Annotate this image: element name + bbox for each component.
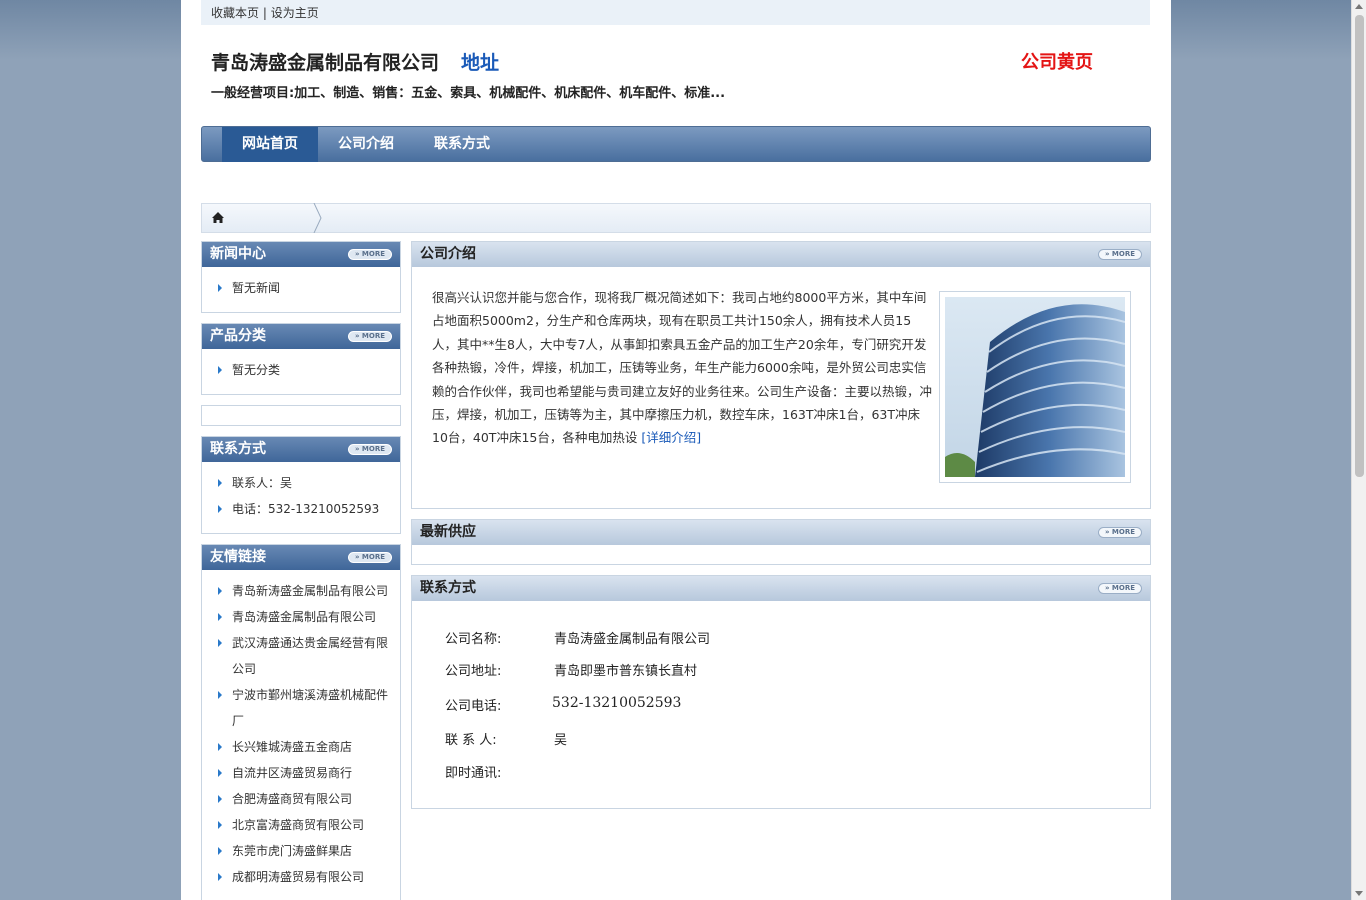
company-photo <box>939 291 1131 483</box>
intro-box-header: 公司介绍 » MORE <box>412 242 1150 267</box>
news-list: 暂无新闻 <box>202 267 400 301</box>
list-item[interactable]: 武汉涛盛通达贵金属经营有限公司 <box>216 630 390 682</box>
scroll-up-icon[interactable] <box>1355 4 1363 9</box>
products-box: 产品分类 » MORE 暂无分类 <box>201 323 401 395</box>
list-item[interactable]: 长兴雉城涛盛五金商店 <box>216 734 390 760</box>
intro-box: 公司介绍 » MORE 很高兴认识您并能与您合作，现将我厂概况简述如下：我司占地… <box>411 241 1151 509</box>
list-item[interactable]: 暂无新闻 <box>216 275 400 301</box>
scrollbar-thumb[interactable] <box>1355 15 1364 477</box>
business-scope: 一般经营项目:加工、制造、销售：五金、索具、机械配件、机床配件、机车配件、标准.… <box>211 86 726 101</box>
links-box: 友情链接 » MORE 青岛新涛盛金属制品有限公司 青岛涛盛金属制品有限公司 武… <box>201 544 401 900</box>
tab-contact[interactable]: 联系方式 <box>414 127 510 162</box>
supply-box-title: 最新供应 <box>420 524 476 540</box>
list-item[interactable]: 青岛新涛盛金属制品有限公司 <box>216 578 390 604</box>
contact-value: 吴 <box>554 733 568 748</box>
intro-text: 很高兴认识您并能与您合作，现将我厂概况简述如下：我司占地约8000平方米，其中车… <box>432 286 932 450</box>
list-item: 联系人：吴 <box>216 470 400 496</box>
sidebar-contact-more-button[interactable]: » MORE <box>348 444 392 455</box>
links-list: 青岛新涛盛金属制品有限公司 青岛涛盛金属制品有限公司 武汉涛盛通达贵金属经营有限… <box>202 570 400 890</box>
sidebar-contact-header: 联系方式 » MORE <box>202 437 400 462</box>
top-bar: 收藏本页 | 设为主页 <box>201 0 1150 25</box>
contact-value: 青岛即墨市普东镇长直村 <box>554 664 698 679</box>
products-list: 暂无分类 <box>202 349 400 383</box>
links-box-title: 友情链接 <box>210 549 266 565</box>
page-container: 收藏本页 | 设为主页 青岛涛盛金属制品有限公司 地址 公司黄页 一般经营项目:… <box>181 0 1171 900</box>
detail-link[interactable]: [详细介绍] <box>641 430 701 445</box>
building-image <box>945 297 1126 477</box>
list-item[interactable]: 宁波市鄞州塘溪涛盛机械配件厂 <box>216 682 390 734</box>
address-link[interactable]: 地址 <box>461 48 499 75</box>
intro-more-button[interactable]: » MORE <box>1098 249 1142 260</box>
main-nav: 网站首页 公司介绍 联系方式 <box>201 126 1151 162</box>
yellow-pages-link[interactable]: 公司黄页 <box>1021 48 1093 74</box>
list-item[interactable]: 青岛涛盛金属制品有限公司 <box>216 604 390 630</box>
chevron-right-icon <box>313 203 322 233</box>
list-item[interactable]: 自流井区涛盛贸易商行 <box>216 760 390 786</box>
contact-label: 联 系 人: <box>445 733 497 748</box>
contact-label: 即时通讯: <box>445 766 502 781</box>
main-contact-header: 联系方式 » MORE <box>412 576 1150 601</box>
contact-label: 公司地址: <box>445 664 502 679</box>
list-item: 电话：532-13210052593 <box>216 496 400 522</box>
news-box-header: 新闻中心 » MORE <box>202 242 400 267</box>
sidebar-contact-box: 联系方式 » MORE 联系人：吴 电话：532-13210052593 <box>201 436 401 534</box>
tab-home[interactable]: 网站首页 <box>222 127 318 162</box>
list-item[interactable]: 合肥涛盛商贸有限公司 <box>216 786 390 812</box>
links-more-button[interactable]: » MORE <box>348 552 392 563</box>
tab-about[interactable]: 公司介绍 <box>318 127 414 162</box>
main-contact-title: 联系方式 <box>420 580 476 596</box>
list-item[interactable]: 暂无分类 <box>216 357 400 383</box>
products-box-title: 产品分类 <box>210 328 266 344</box>
supply-box: 最新供应 » MORE <box>411 519 1151 565</box>
vertical-scrollbar[interactable] <box>1351 0 1366 900</box>
contact-value: 532-13210052593 <box>552 695 682 711</box>
scroll-down-icon[interactable] <box>1355 891 1363 896</box>
list-item[interactable]: 成都明涛盛贸易有限公司 <box>216 864 390 890</box>
home-icon[interactable] <box>210 210 226 226</box>
main-contact-box: 联系方式 » MORE 公司名称: 青岛涛盛金属制品有限公司 公司地址: 青岛即… <box>411 575 1151 809</box>
news-more-button[interactable]: » MORE <box>348 249 392 260</box>
sidebar-contact-title: 联系方式 <box>210 441 266 457</box>
news-box-title: 新闻中心 <box>210 246 266 262</box>
set-home-link[interactable]: 设为主页 <box>271 6 319 20</box>
intro-box-title: 公司介绍 <box>420 246 476 262</box>
company-name: 青岛涛盛金属制品有限公司 <box>211 52 440 74</box>
products-more-button[interactable]: » MORE <box>348 331 392 342</box>
supply-box-header: 最新供应 » MORE <box>412 520 1150 545</box>
main-contact-more-button[interactable]: » MORE <box>1098 583 1142 594</box>
breadcrumb <box>201 203 1151 233</box>
list-item[interactable]: 北京富涛盛商贸有限公司 <box>216 812 390 838</box>
list-item[interactable]: 东莞市虎门涛盛鲜果店 <box>216 838 390 864</box>
sidebar-contact-list: 联系人：吴 电话：532-13210052593 <box>202 462 400 522</box>
bookmark-link[interactable]: 收藏本页 <box>211 6 259 20</box>
contact-label: 公司名称: <box>445 632 502 647</box>
products-box-header: 产品分类 » MORE <box>202 324 400 349</box>
news-box: 新闻中心 » MORE 暂无新闻 <box>201 241 401 313</box>
contact-label: 公司电话: <box>445 699 502 714</box>
top-bar-separator: | <box>262 6 267 20</box>
supply-more-button[interactable]: » MORE <box>1098 527 1142 538</box>
empty-box <box>201 405 401 426</box>
intro-body: 很高兴认识您并能与您合作，现将我厂概况简述如下：我司占地约8000平方米，其中车… <box>432 290 933 446</box>
links-box-header: 友情链接 » MORE <box>202 545 400 570</box>
contact-value: 青岛涛盛金属制品有限公司 <box>554 632 711 647</box>
